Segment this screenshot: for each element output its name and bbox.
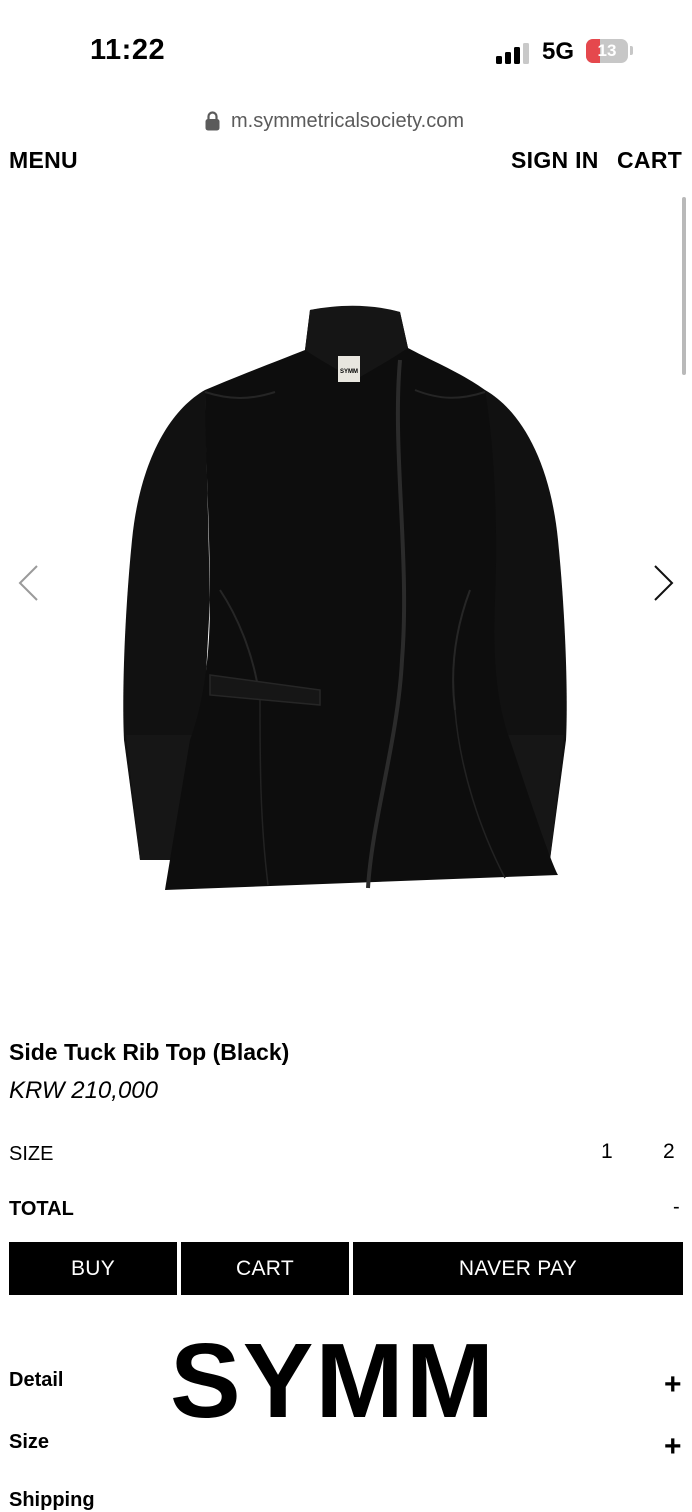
- chevron-left-icon[interactable]: [15, 563, 41, 603]
- network-type: 5G: [542, 38, 575, 65]
- naver-pay-button[interactable]: NAVER PAY: [353, 1242, 683, 1295]
- size-label: SIZE: [9, 1143, 54, 1165]
- status-time: 11:22: [90, 34, 166, 66]
- detail-accordion-label[interactable]: Detail: [9, 1369, 63, 1392]
- garment-label: SYMM: [340, 369, 358, 375]
- shipping-accordion-label[interactable]: Shipping: [9, 1489, 95, 1512]
- cellular-signal-icon: [496, 42, 532, 64]
- lock-icon: [205, 111, 220, 131]
- sign-in-link[interactable]: SIGN IN: [511, 147, 599, 174]
- add-to-cart-button[interactable]: CART: [181, 1242, 349, 1295]
- chevron-right-icon[interactable]: [651, 563, 677, 603]
- total-label: TOTAL: [9, 1198, 74, 1220]
- product-name: Side Tuck Rib Top (Black): [9, 1039, 290, 1065]
- detail-expand-icon[interactable]: +: [664, 1370, 682, 1400]
- size-option-1[interactable]: 1: [601, 1140, 613, 1164]
- scrollbar[interactable]: [682, 197, 686, 375]
- size-expand-icon[interactable]: +: [664, 1432, 682, 1462]
- url-text[interactable]: m.symmetricalsociety.com: [231, 110, 464, 133]
- size-option-2[interactable]: 2: [663, 1140, 675, 1164]
- battery-icon: 13: [586, 39, 628, 63]
- product-price: KRW 210,000: [9, 1077, 158, 1104]
- battery-level: 13: [597, 41, 617, 60]
- total-value: -: [673, 1196, 680, 1218]
- size-accordion-label[interactable]: Size: [9, 1431, 49, 1454]
- cart-link[interactable]: CART: [617, 147, 682, 174]
- brand-logo: SYMM: [170, 1322, 496, 1440]
- buy-button[interactable]: BUY: [9, 1242, 177, 1295]
- battery-tip: [630, 46, 633, 55]
- product-image: SYMM: [123, 305, 567, 890]
- menu-link[interactable]: MENU: [9, 147, 78, 174]
